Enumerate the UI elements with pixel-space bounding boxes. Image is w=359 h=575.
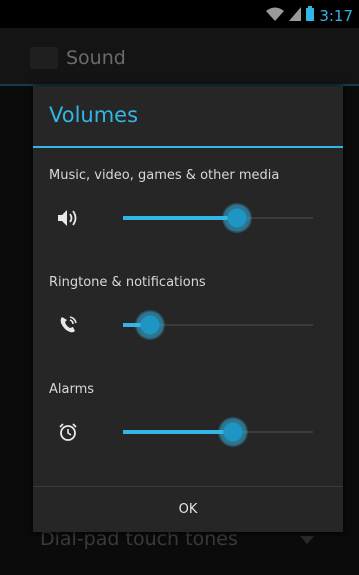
alarm-clock-icon [53, 417, 83, 447]
slider-thumb[interactable] [134, 310, 165, 340]
ok-button[interactable]: OK [33, 487, 343, 532]
wifi-icon [266, 6, 285, 25]
status-icons: 3:17 [266, 6, 353, 25]
slider-fill [123, 216, 237, 220]
chevron-down-icon [300, 536, 314, 544]
ringtone-volume-label: Ringtone & notifications [49, 275, 206, 290]
battery-icon [306, 6, 315, 25]
signal-icon [289, 6, 302, 25]
media-volume-slider[interactable] [123, 203, 313, 233]
slider-thumb[interactable] [218, 417, 249, 447]
dialog-title: Volumes [49, 103, 139, 127]
alarms-volume-label: Alarms [49, 382, 95, 397]
status-time: 3:17 [319, 6, 353, 25]
volumes-dialog: Volumes Music, video, games & other medi… [33, 86, 343, 532]
phone-ring-icon [53, 310, 83, 340]
dialog-title-divider [33, 146, 343, 148]
speaker-icon [53, 203, 83, 233]
media-volume-label: Music, video, games & other media [49, 168, 280, 183]
app-title: Sound [66, 47, 126, 69]
settings-app-icon[interactable] [30, 47, 58, 69]
slider-thumb[interactable] [222, 203, 252, 233]
status-bar: 3:17 [0, 0, 359, 28]
slider-fill [123, 430, 234, 434]
alarms-volume-slider[interactable] [123, 417, 313, 447]
ringtone-volume-slider[interactable] [123, 310, 313, 340]
